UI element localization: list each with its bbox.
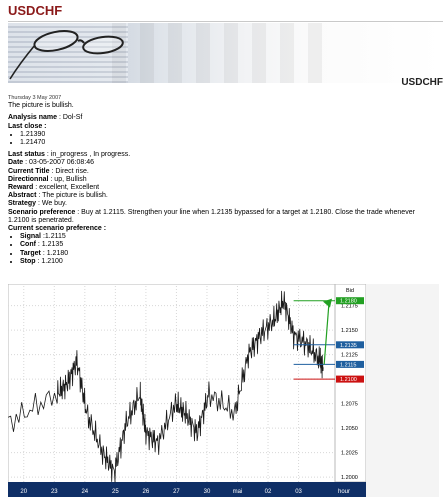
banner-symbol: USDCHF — [401, 77, 443, 88]
y-tick-label: 1.2025 — [341, 451, 358, 457]
strategy-value: We buy. — [41, 200, 67, 208]
glasses-icon — [9, 30, 124, 80]
scenario-list: Signal :1.2115 Conf : 1.2135 Target : 1.… — [8, 233, 438, 266]
directionnal-row: Directionnal : up, Bullish — [8, 175, 87, 183]
stop-label: Stop — [20, 257, 36, 265]
date-row: Date : 03-05-2007 06:08:46 — [8, 159, 95, 167]
price-chart-svg: 20 23 24 25 26 27 30 mai 02 03 hour 1.2000 1.2025 1.2… — [7, 283, 440, 498]
axis-tag: Bid — [346, 288, 354, 294]
analysis-name-row: Analysis name : Dol-Sf — [8, 114, 83, 122]
x-tick-label: 26 — [143, 489, 150, 495]
title-divider — [8, 21, 443, 22]
x-tick-label: mai — [233, 489, 243, 495]
y-tick-label: 1.2050 — [341, 426, 358, 432]
x-tick-label: 02 — [265, 489, 272, 495]
y-tick-label: 1.2000 — [341, 475, 358, 481]
list-item: 1.21390 — [20, 131, 438, 139]
current-scenario-label: Current scenario preference : — [8, 225, 107, 233]
scenario-label: Scenario preference — [8, 208, 76, 216]
header-banner-image — [8, 23, 443, 83]
target-value: 1.2180 — [46, 249, 69, 257]
analysis-date: Thursday 3 May 2007 — [8, 95, 62, 101]
conf-value: 1.2135 — [41, 241, 64, 249]
x-axis-label: hour — [338, 489, 350, 495]
directionnal-value: up, Bullish — [54, 175, 87, 183]
scenario-row: Scenario preference : Buy at 1.2115. Str… — [8, 208, 415, 224]
target-label: Target — [20, 249, 41, 257]
abstract-label: Abstract — [8, 192, 37, 200]
x-tick-label: 30 — [204, 489, 211, 495]
analysis-name-label: Analysis name — [8, 114, 58, 122]
x-tick-label: 24 — [81, 489, 88, 495]
current-title-value: Direct rise. — [55, 167, 89, 175]
x-tick-label: 25 — [112, 489, 119, 495]
reward-value: excellent, Excellent — [39, 184, 100, 192]
signal-value: 1.2115 — [44, 233, 66, 241]
y-tick-label: 1.2125 — [341, 353, 358, 359]
level-tag-label-stop: 1.2100 — [340, 377, 357, 383]
analysis-panel: Thursday 3 May 2007 The picture is bulli… — [8, 94, 438, 266]
last-status-value: in_progress , In progress. — [50, 151, 131, 159]
reward-row: Reward : excellent, Excellent — [8, 184, 100, 192]
x-tick-label: 20 — [20, 489, 27, 495]
list-item: Target : 1.2180 — [20, 250, 438, 258]
current-title-label: Current Title — [8, 167, 50, 175]
level-tag-label-target: 1.2180 — [340, 299, 357, 305]
last-status-row: Last status : in_progress , In progress. — [8, 151, 131, 159]
chart-side-blank — [366, 284, 439, 497]
y-tick-label: 1.2075 — [341, 402, 358, 408]
date-label: Date — [8, 159, 24, 167]
x-tick-label: 23 — [51, 489, 58, 495]
price-chart: 20 23 24 25 26 27 30 mai 02 03 hour 1.2000 1.2025 1.2… — [7, 283, 440, 498]
last-status-label: Last status — [8, 151, 45, 159]
list-item: Signal :1.2115 — [20, 233, 438, 241]
abstract-value: The picture is bullish. — [42, 192, 108, 200]
y-tick-label: 1.2150 — [341, 328, 358, 334]
list-item: Stop : 1.2100 — [20, 258, 438, 266]
conf-label: Conf — [20, 241, 36, 249]
stop-value: 1.2100 — [41, 257, 63, 265]
level-tag-label-signal: 1.2115 — [340, 362, 356, 368]
page-title: USDCHF — [8, 3, 63, 18]
banner-gradient — [98, 23, 328, 83]
analysis-summary: The picture is bullish. — [8, 102, 74, 110]
date-value: 03-05-2007 06:08:46 — [29, 159, 95, 167]
current-title-row: Current Title : Direct rise. — [8, 167, 89, 175]
level-tag-label-conf: 1.2135 — [340, 343, 357, 349]
last-close-label: Last close : — [8, 122, 47, 130]
strategy-label: Strategy — [8, 200, 37, 208]
x-tick-label: 27 — [173, 489, 180, 495]
x-tick-label: 03 — [295, 489, 302, 495]
abstract-row: Abstract : The picture is bullish. — [8, 192, 108, 200]
last-close-list: 1.21390 1.21470 — [8, 131, 438, 147]
analysis-name-value: Dol-Sf — [62, 114, 83, 122]
signal-label: Signal — [20, 233, 42, 241]
list-item: Conf : 1.2135 — [20, 241, 438, 249]
reward-label: Reward — [8, 184, 34, 192]
x-axis-bar — [8, 482, 366, 497]
list-item: 1.21470 — [20, 139, 438, 147]
directionnal-label: Directionnal — [8, 175, 49, 183]
strategy-row: Strategy : We buy. — [8, 200, 67, 208]
